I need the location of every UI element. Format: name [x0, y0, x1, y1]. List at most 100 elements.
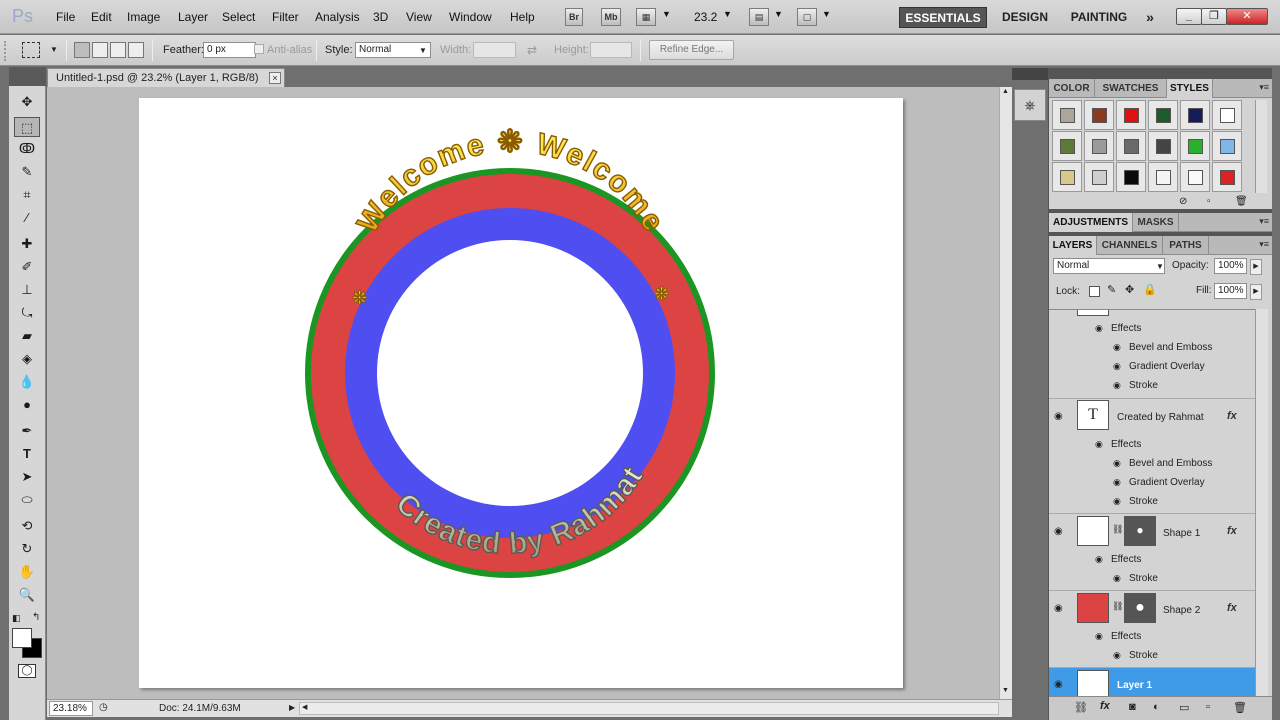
fx-icon[interactable]: fx	[1227, 602, 1237, 614]
style-swatch[interactable]	[1084, 131, 1114, 161]
height-input[interactable]	[590, 42, 632, 58]
layer-row[interactable]: ◉ Effects ◉ Bevel and Emboss ◉ Gradient …	[1049, 310, 1255, 399]
style-swatch[interactable]	[1212, 100, 1242, 130]
trash-icon[interactable]: 🗑	[1233, 701, 1247, 714]
dock-grip[interactable]	[1012, 68, 1048, 80]
menu-3d[interactable]: 3D	[373, 10, 388, 24]
fill-slider-icon[interactable]: ▶	[1250, 284, 1262, 300]
clear-style-icon[interactable]: ⊘	[1179, 196, 1187, 207]
layer-row[interactable]: ◉ ⛓ ● Shape 2 fx ◉ Effects ◉ Stroke	[1049, 591, 1255, 668]
style-swatch[interactable]	[1212, 162, 1242, 192]
document-tab[interactable]: Untitled-1.psd @ 23.2% (Layer 1, RGB/8) …	[47, 68, 285, 87]
menu-layer[interactable]: Layer	[178, 10, 208, 24]
layers-scrollbar[interactable]	[1255, 309, 1268, 696]
tab-adjustments[interactable]: ADJUSTMENTS	[1049, 213, 1133, 232]
mini-bridge-button[interactable]: Mb	[601, 8, 621, 26]
quick-mask-icon[interactable]: ◯	[18, 664, 36, 678]
eye-icon[interactable]: ◉	[1113, 650, 1121, 661]
move-tool-icon[interactable]: ✥	[14, 92, 40, 112]
vertical-scrollbar[interactable]: ▲ ▼	[999, 87, 1012, 699]
workspace-essentials[interactable]: ESSENTIALS	[899, 7, 987, 28]
style-swatch[interactable]	[1052, 131, 1082, 161]
lock-image-icon[interactable]: ✎	[1107, 283, 1116, 296]
horizontal-scrollbar[interactable]: ◀	[299, 702, 999, 715]
style-swatch[interactable]	[1052, 162, 1082, 192]
eye-icon[interactable]: ◉	[1113, 496, 1121, 507]
eyedropper-tool-icon[interactable]: ⁄	[14, 208, 40, 228]
menu-view[interactable]: View	[406, 10, 432, 24]
adjustment-layer-icon[interactable]: ◐	[1153, 701, 1160, 713]
screen-mode-icon[interactable]: ▢	[797, 8, 817, 26]
trash-icon[interactable]: 🗑	[1235, 196, 1248, 207]
history-brush-tool-icon[interactable]: ⤿	[14, 303, 40, 323]
restore-icon[interactable]: ❐	[1201, 8, 1227, 25]
style-swatch[interactable]	[1148, 100, 1178, 130]
rectangular-marquee-icon[interactable]	[22, 42, 40, 58]
style-swatch[interactable]	[1084, 162, 1114, 192]
panel-menu-icon[interactable]: ▾≡	[1259, 239, 1269, 250]
quick-selection-tool-icon[interactable]: ✎	[14, 162, 40, 182]
layer-row[interactable]: ◉ Layer 1	[1049, 668, 1255, 696]
style-swatch[interactable]	[1116, 162, 1146, 192]
layer-row[interactable]: ◉ T Created by Rahmat fx ◉ Effects ◉ Bev…	[1049, 399, 1255, 514]
panel-grip[interactable]	[1049, 68, 1273, 79]
style-swatch[interactable]	[1212, 131, 1242, 161]
canvas[interactable]: Welcome ❋ Welcome ❋ ❋ Created by Rahmat	[139, 98, 903, 688]
3d-orbit-tool-icon[interactable]: ↻	[14, 539, 40, 559]
opacity-input[interactable]: 100%	[1214, 258, 1247, 274]
eye-icon[interactable]: ◉	[1095, 323, 1103, 334]
lock-transparent-icon[interactable]	[1089, 286, 1100, 297]
crop-tool-icon[interactable]: ⌗	[14, 185, 40, 205]
style-swatch[interactable]	[1148, 162, 1178, 192]
history-panel-icon[interactable]: ⎈	[1014, 89, 1046, 121]
chevron-down-icon[interactable]: ▼	[419, 46, 427, 55]
style-swatch[interactable]	[1180, 100, 1210, 130]
new-layer-icon[interactable]: ▫	[1206, 701, 1210, 713]
marquee-tool-icon[interactable]: ⬚	[14, 117, 40, 137]
brush-tool-icon[interactable]: ✐	[14, 257, 40, 277]
view-extras-icon[interactable]: ▦	[636, 8, 656, 26]
eye-icon[interactable]: ◉	[1095, 554, 1103, 565]
menu-help[interactable]: Help	[510, 10, 535, 24]
intersect-selection-icon[interactable]	[128, 42, 144, 58]
tab-styles[interactable]: STYLES	[1167, 79, 1213, 98]
opacity-slider-icon[interactable]: ▶	[1250, 259, 1262, 275]
subtract-from-selection-icon[interactable]	[110, 42, 126, 58]
eraser-tool-icon[interactable]: ▰	[14, 326, 40, 346]
fx-icon[interactable]: fx	[1227, 410, 1237, 422]
eye-icon[interactable]: ◉	[1054, 411, 1063, 422]
eye-icon[interactable]: ◉	[1095, 439, 1103, 450]
3d-rotate-tool-icon[interactable]: ⟲	[14, 516, 40, 536]
chevron-down-icon[interactable]: ▼	[1156, 262, 1164, 271]
eye-icon[interactable]: ◉	[1113, 573, 1121, 584]
zoom-level-field[interactable]: 23.2	[694, 10, 717, 24]
chevron-down-icon[interactable]: ▼	[774, 9, 783, 19]
tab-channels[interactable]: CHANNELS	[1097, 236, 1163, 255]
scroll-left-icon[interactable]: ◀	[302, 703, 307, 711]
arrange-documents-icon[interactable]: ▤	[749, 8, 769, 26]
path-selection-tool-icon[interactable]: ➤	[14, 467, 40, 487]
swap-colors-icon[interactable]: ↰	[32, 612, 40, 623]
link-layers-icon[interactable]: ⛓	[1074, 701, 1088, 714]
zoom-input[interactable]: 23.18%	[49, 701, 93, 716]
menu-image[interactable]: Image	[127, 10, 160, 24]
new-selection-icon[interactable]	[74, 42, 90, 58]
hand-tool-icon[interactable]: ✋	[14, 562, 40, 582]
style-swatch[interactable]	[1180, 162, 1210, 192]
eye-icon[interactable]: ◉	[1054, 603, 1063, 614]
new-group-icon[interactable]: ▭	[1179, 701, 1189, 714]
zoom-tool-icon[interactable]: 🔍	[14, 585, 40, 605]
foreground-color-swatch[interactable]	[12, 628, 32, 648]
menu-edit[interactable]: Edit	[91, 10, 112, 24]
eye-icon[interactable]: ◉	[1054, 526, 1063, 537]
close-icon[interactable]: ×	[269, 72, 281, 84]
eye-icon[interactable]: ◉	[1054, 679, 1063, 690]
status-menu-icon[interactable]: ▶	[289, 703, 295, 712]
menu-analysis[interactable]: Analysis	[315, 10, 360, 24]
close-icon[interactable]: ✕	[1226, 8, 1268, 25]
style-swatch[interactable]	[1116, 100, 1146, 130]
tab-layers[interactable]: LAYERS	[1049, 236, 1097, 255]
eye-icon[interactable]: ◉	[1113, 380, 1121, 391]
style-swatch[interactable]	[1052, 100, 1082, 130]
tab-masks[interactable]: MASKS	[1133, 213, 1179, 232]
